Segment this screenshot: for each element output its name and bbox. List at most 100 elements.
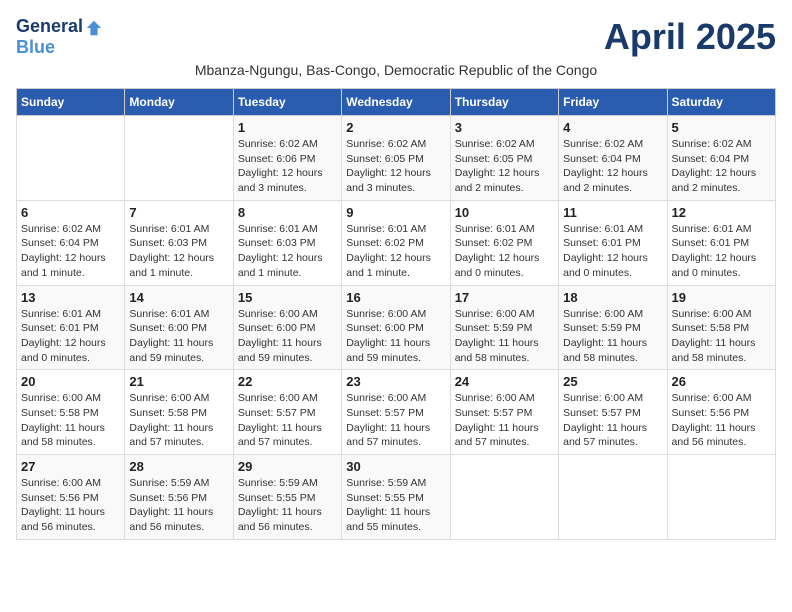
- cell-day-number: 30: [346, 459, 445, 474]
- cell-info: Sunrise: 6:00 AM Sunset: 5:56 PM Dayligh…: [21, 476, 120, 535]
- calendar-cell: 18 Sunrise: 6:00 AM Sunset: 5:59 PM Dayli…: [559, 285, 667, 370]
- cell-day-number: 12: [672, 205, 771, 220]
- calendar-cell: 10Sunrise: 6:01 AM Sunset: 6:02 PM Dayli…: [450, 200, 558, 285]
- calendar-cell: [125, 116, 233, 201]
- calendar-cell: 20Sunrise: 6:00 AM Sunset: 5:58 PM Dayli…: [17, 370, 125, 455]
- subtitle: Mbanza-Ngungu, Bas-Congo, Democratic Rep…: [16, 62, 776, 78]
- calendar-cell: [559, 455, 667, 540]
- cell-info: Sunrise: 6:00 AM Sunset: 5:59 PM Dayligh…: [563, 307, 662, 366]
- calendar-week-1: 1Sunrise: 6:02 AM Sunset: 6:06 PM Daylig…: [17, 116, 776, 201]
- calendar-cell: 19 Sunrise: 6:00 AM Sunset: 5:58 PM Dayli…: [667, 285, 775, 370]
- cell-day-number: 8: [238, 205, 337, 220]
- calendar-week-5: 27 Sunrise: 6:00 AM Sunset: 5:56 PM Dayli…: [17, 455, 776, 540]
- calendar-cell: 6 Sunrise: 6:02 AM Sunset: 6:04 PM Daylig…: [17, 200, 125, 285]
- calendar-cell: 7 Sunrise: 6:01 AM Sunset: 6:03 PM Daylig…: [125, 200, 233, 285]
- calendar: SundayMondayTuesdayWednesdayThursdayFrid…: [16, 88, 776, 540]
- cell-day-number: 10: [455, 205, 554, 220]
- cell-info: Sunrise: 6:01 AM Sunset: 6:01 PM Dayligh…: [563, 222, 662, 281]
- calendar-week-4: 20Sunrise: 6:00 AM Sunset: 5:58 PM Dayli…: [17, 370, 776, 455]
- day-header-sunday: Sunday: [17, 89, 125, 116]
- cell-day-number: 24: [455, 374, 554, 389]
- calendar-cell: 21 Sunrise: 6:00 AM Sunset: 5:58 PM Dayli…: [125, 370, 233, 455]
- cell-info: Sunrise: 6:02 AM Sunset: 6:04 PM Dayligh…: [21, 222, 120, 281]
- cell-day-number: 3: [455, 120, 554, 135]
- cell-day-number: 23: [346, 374, 445, 389]
- calendar-cell: 16 Sunrise: 6:00 AM Sunset: 6:00 PM Dayli…: [342, 285, 450, 370]
- calendar-cell: 26Sunrise: 6:00 AM Sunset: 5:56 PM Dayli…: [667, 370, 775, 455]
- calendar-cell: 13Sunrise: 6:01 AM Sunset: 6:01 PM Dayli…: [17, 285, 125, 370]
- cell-info: Sunrise: 6:01 AM Sunset: 6:01 PM Dayligh…: [21, 307, 120, 366]
- calendar-cell: 11 Sunrise: 6:01 AM Sunset: 6:01 PM Dayli…: [559, 200, 667, 285]
- cell-info: Sunrise: 6:00 AM Sunset: 5:58 PM Dayligh…: [672, 307, 771, 366]
- calendar-cell: 27 Sunrise: 6:00 AM Sunset: 5:56 PM Dayli…: [17, 455, 125, 540]
- calendar-cell: 22 Sunrise: 6:00 AM Sunset: 5:57 PM Dayli…: [233, 370, 341, 455]
- cell-info: Sunrise: 6:00 AM Sunset: 5:57 PM Dayligh…: [238, 391, 337, 450]
- calendar-cell: 17 Sunrise: 6:00 AM Sunset: 5:59 PM Dayli…: [450, 285, 558, 370]
- logo-text: General: [16, 16, 103, 37]
- calendar-cell: 3 Sunrise: 6:02 AM Sunset: 6:05 PM Daylig…: [450, 116, 558, 201]
- cell-info: Sunrise: 6:00 AM Sunset: 5:58 PM Dayligh…: [129, 391, 228, 450]
- cell-info: Sunrise: 6:00 AM Sunset: 6:00 PM Dayligh…: [346, 307, 445, 366]
- calendar-cell: 8Sunrise: 6:01 AM Sunset: 6:03 PM Daylig…: [233, 200, 341, 285]
- cell-info: Sunrise: 6:00 AM Sunset: 5:57 PM Dayligh…: [455, 391, 554, 450]
- cell-day-number: 14: [129, 290, 228, 305]
- cell-day-number: 1: [238, 120, 337, 135]
- cell-day-number: 9: [346, 205, 445, 220]
- cell-day-number: 16: [346, 290, 445, 305]
- day-header-friday: Friday: [559, 89, 667, 116]
- cell-day-number: 28: [129, 459, 228, 474]
- cell-info: Sunrise: 5:59 AM Sunset: 5:55 PM Dayligh…: [238, 476, 337, 535]
- cell-day-number: 18: [563, 290, 662, 305]
- calendar-cell: 4Sunrise: 6:02 AM Sunset: 6:04 PM Daylig…: [559, 116, 667, 201]
- logo-icon: [85, 19, 103, 37]
- cell-info: Sunrise: 6:01 AM Sunset: 6:03 PM Dayligh…: [129, 222, 228, 281]
- cell-day-number: 2: [346, 120, 445, 135]
- calendar-header-row: SundayMondayTuesdayWednesdayThursdayFrid…: [17, 89, 776, 116]
- calendar-cell: 23Sunrise: 6:00 AM Sunset: 5:57 PM Dayli…: [342, 370, 450, 455]
- page-title: April 2025: [604, 16, 776, 58]
- logo-blue: Blue: [16, 37, 55, 57]
- cell-info: Sunrise: 6:01 AM Sunset: 6:02 PM Dayligh…: [346, 222, 445, 281]
- calendar-cell: 14Sunrise: 6:01 AM Sunset: 6:00 PM Dayli…: [125, 285, 233, 370]
- cell-info: Sunrise: 6:00 AM Sunset: 6:00 PM Dayligh…: [238, 307, 337, 366]
- cell-day-number: 27: [21, 459, 120, 474]
- cell-day-number: 5: [672, 120, 771, 135]
- cell-info: Sunrise: 6:00 AM Sunset: 5:59 PM Dayligh…: [455, 307, 554, 366]
- day-header-monday: Monday: [125, 89, 233, 116]
- cell-info: Sunrise: 6:02 AM Sunset: 6:05 PM Dayligh…: [346, 137, 445, 196]
- cell-day-number: 26: [672, 374, 771, 389]
- day-header-saturday: Saturday: [667, 89, 775, 116]
- cell-day-number: 19: [672, 290, 771, 305]
- cell-day-number: 6: [21, 205, 120, 220]
- calendar-cell: [17, 116, 125, 201]
- cell-info: Sunrise: 6:00 AM Sunset: 5:57 PM Dayligh…: [563, 391, 662, 450]
- cell-info: Sunrise: 6:02 AM Sunset: 6:05 PM Dayligh…: [455, 137, 554, 196]
- calendar-cell: 12 Sunrise: 6:01 AM Sunset: 6:01 PM Dayli…: [667, 200, 775, 285]
- calendar-cell: [667, 455, 775, 540]
- calendar-cell: 5 Sunrise: 6:02 AM Sunset: 6:04 PM Daylig…: [667, 116, 775, 201]
- header: General Blue April 2025: [16, 16, 776, 58]
- cell-day-number: 25: [563, 374, 662, 389]
- calendar-cell: 29 Sunrise: 5:59 AM Sunset: 5:55 PM Dayli…: [233, 455, 341, 540]
- day-header-thursday: Thursday: [450, 89, 558, 116]
- cell-day-number: 17: [455, 290, 554, 305]
- calendar-cell: 24 Sunrise: 6:00 AM Sunset: 5:57 PM Dayli…: [450, 370, 558, 455]
- calendar-week-3: 13Sunrise: 6:01 AM Sunset: 6:01 PM Dayli…: [17, 285, 776, 370]
- cell-day-number: 29: [238, 459, 337, 474]
- cell-day-number: 22: [238, 374, 337, 389]
- calendar-cell: 25 Sunrise: 6:00 AM Sunset: 5:57 PM Dayli…: [559, 370, 667, 455]
- calendar-cell: 28 Sunrise: 5:59 AM Sunset: 5:56 PM Dayli…: [125, 455, 233, 540]
- cell-info: Sunrise: 6:02 AM Sunset: 6:04 PM Dayligh…: [672, 137, 771, 196]
- calendar-cell: 30 Sunrise: 5:59 AM Sunset: 5:55 PM Dayli…: [342, 455, 450, 540]
- cell-info: Sunrise: 5:59 AM Sunset: 5:55 PM Dayligh…: [346, 476, 445, 535]
- cell-day-number: 7: [129, 205, 228, 220]
- calendar-cell: 15Sunrise: 6:00 AM Sunset: 6:00 PM Dayli…: [233, 285, 341, 370]
- cell-day-number: 11: [563, 205, 662, 220]
- cell-info: Sunrise: 5:59 AM Sunset: 5:56 PM Dayligh…: [129, 476, 228, 535]
- cell-info: Sunrise: 6:01 AM Sunset: 6:01 PM Dayligh…: [672, 222, 771, 281]
- cell-day-number: 21: [129, 374, 228, 389]
- calendar-week-2: 6 Sunrise: 6:02 AM Sunset: 6:04 PM Daylig…: [17, 200, 776, 285]
- calendar-cell: 1Sunrise: 6:02 AM Sunset: 6:06 PM Daylig…: [233, 116, 341, 201]
- logo-blue-text: Blue: [16, 37, 55, 58]
- cell-info: Sunrise: 6:02 AM Sunset: 6:04 PM Dayligh…: [563, 137, 662, 196]
